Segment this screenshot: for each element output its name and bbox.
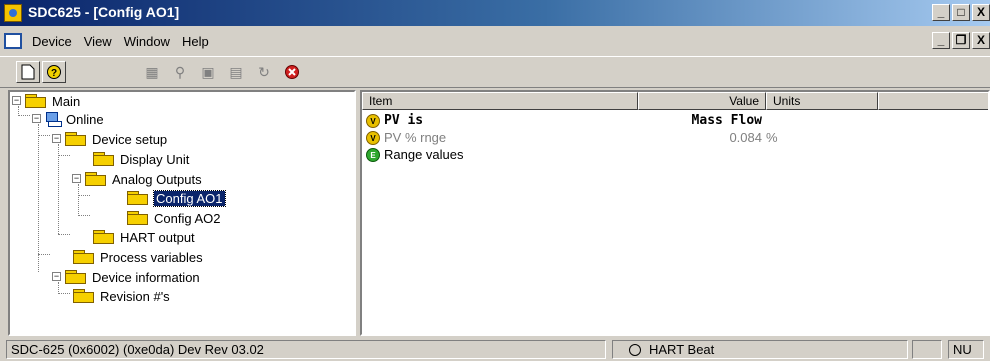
row-value: Mass Flow xyxy=(691,113,762,128)
folder-icon xyxy=(84,172,108,186)
title-bar: SDC625 - [Config AO1] _ □ X xyxy=(0,0,990,26)
folder-icon xyxy=(64,270,88,284)
folder-icon xyxy=(24,94,48,108)
tree-view[interactable]: − Main − Online − Device setup Display U… xyxy=(8,90,356,336)
stop-icon[interactable] xyxy=(280,61,304,83)
folder-icon xyxy=(64,132,88,146)
row-item-label: Range values xyxy=(384,147,464,162)
help-icon[interactable]: ? xyxy=(42,61,66,83)
menu-window[interactable]: Window xyxy=(124,34,170,49)
child-minimize-button[interactable]: _ xyxy=(932,32,950,49)
folder-icon xyxy=(92,230,116,244)
child-restore-button[interactable]: ❐ xyxy=(952,32,970,49)
collapse-icon[interactable]: − xyxy=(52,272,61,281)
column-headers: Item Value Units xyxy=(362,92,988,110)
app-icon xyxy=(4,4,22,22)
tree-item-config-ao2[interactable]: Config AO2 xyxy=(126,209,221,227)
menu-help[interactable]: Help xyxy=(182,34,209,49)
tree-item-display-unit[interactable]: Display Unit xyxy=(92,150,189,168)
folder-icon[interactable]: ▣ xyxy=(196,61,220,83)
window-title: SDC625 - [Config AO1] xyxy=(28,4,180,20)
tree-item-config-ao1[interactable]: Config AO1 xyxy=(126,189,226,207)
document-icon[interactable] xyxy=(4,33,22,49)
refresh-icon[interactable]: ↻ xyxy=(252,61,276,83)
folder-icon xyxy=(72,289,96,303)
svg-text:?: ? xyxy=(51,68,57,79)
print-icon[interactable]: ▤ xyxy=(224,61,248,83)
status-hart-label: HART Beat xyxy=(649,342,715,357)
collapse-icon[interactable]: − xyxy=(12,96,21,105)
maximize-button[interactable]: □ xyxy=(952,4,970,21)
open-folder-icon xyxy=(126,191,150,205)
hart-beat-icon xyxy=(629,343,641,356)
tree-item-revisions[interactable]: Revision #'s xyxy=(72,287,170,305)
collapse-icon[interactable]: − xyxy=(32,114,41,123)
search-device-icon[interactable]: ⚲ xyxy=(168,61,192,83)
column-header-item[interactable]: Item xyxy=(362,92,638,110)
status-device-info: SDC-625 (0x6002) (0xe0da) Dev Rev 03.02 xyxy=(6,340,606,359)
column-header-empty xyxy=(878,92,988,110)
list-row-pv-is[interactable]: V PV is Mass Flow xyxy=(362,112,988,129)
tree-item-hart-output[interactable]: HART output xyxy=(92,228,195,246)
new-document-icon[interactable] xyxy=(16,61,40,83)
row-item-label: PV % rnge xyxy=(384,130,447,145)
folder-icon xyxy=(92,152,116,166)
folder-icon xyxy=(72,250,96,264)
tree-item-online[interactable]: − Online xyxy=(32,110,104,128)
menu-view[interactable]: View xyxy=(84,34,112,49)
network-icon xyxy=(44,112,62,127)
column-header-value[interactable]: Value xyxy=(638,92,766,110)
tree-item-device-setup[interactable]: − Device setup xyxy=(52,130,167,148)
tree-item-process-variables[interactable]: Process variables xyxy=(72,248,203,266)
status-empty xyxy=(912,340,942,359)
menu-device[interactable]: Device xyxy=(32,34,72,49)
variable-icon: V xyxy=(366,130,380,145)
variable-icon: V xyxy=(366,113,380,128)
list-view[interactable]: Item Value Units V PV is Mass Flow V PV … xyxy=(360,90,990,336)
status-bar: SDC-625 (0x6002) (0xe0da) Dev Rev 03.02 … xyxy=(0,338,990,361)
toolbar: ? ▦ ⚲ ▣ ▤ ↻ xyxy=(0,56,990,88)
device-icon[interactable]: ▦ xyxy=(140,61,164,83)
folder-icon xyxy=(126,211,150,225)
row-units: % xyxy=(766,130,778,145)
collapse-icon[interactable]: − xyxy=(72,174,81,183)
column-header-units[interactable]: Units xyxy=(766,92,878,110)
list-row-pv-range[interactable]: V PV % rnge 0.084 % xyxy=(362,129,988,146)
edit-display-icon: E xyxy=(366,147,380,162)
tree-item-device-information[interactable]: − Device information xyxy=(52,268,200,286)
tree-item-main[interactable]: − Main xyxy=(12,92,80,110)
row-value: 0.084 xyxy=(729,130,762,145)
close-button[interactable]: X xyxy=(972,4,990,21)
child-close-button[interactable]: X xyxy=(972,32,990,49)
row-item-label: PV is xyxy=(384,113,424,128)
menu-bar: Device View Window Help _ ❐ X xyxy=(0,28,990,54)
status-num: NU xyxy=(948,340,984,359)
collapse-icon[interactable]: − xyxy=(52,134,61,143)
list-row-range-values[interactable]: E Range values xyxy=(362,146,988,163)
minimize-button[interactable]: _ xyxy=(932,4,950,21)
tree-item-analog-outputs[interactable]: − Analog Outputs xyxy=(72,170,202,188)
status-hart: HART Beat xyxy=(612,340,908,359)
